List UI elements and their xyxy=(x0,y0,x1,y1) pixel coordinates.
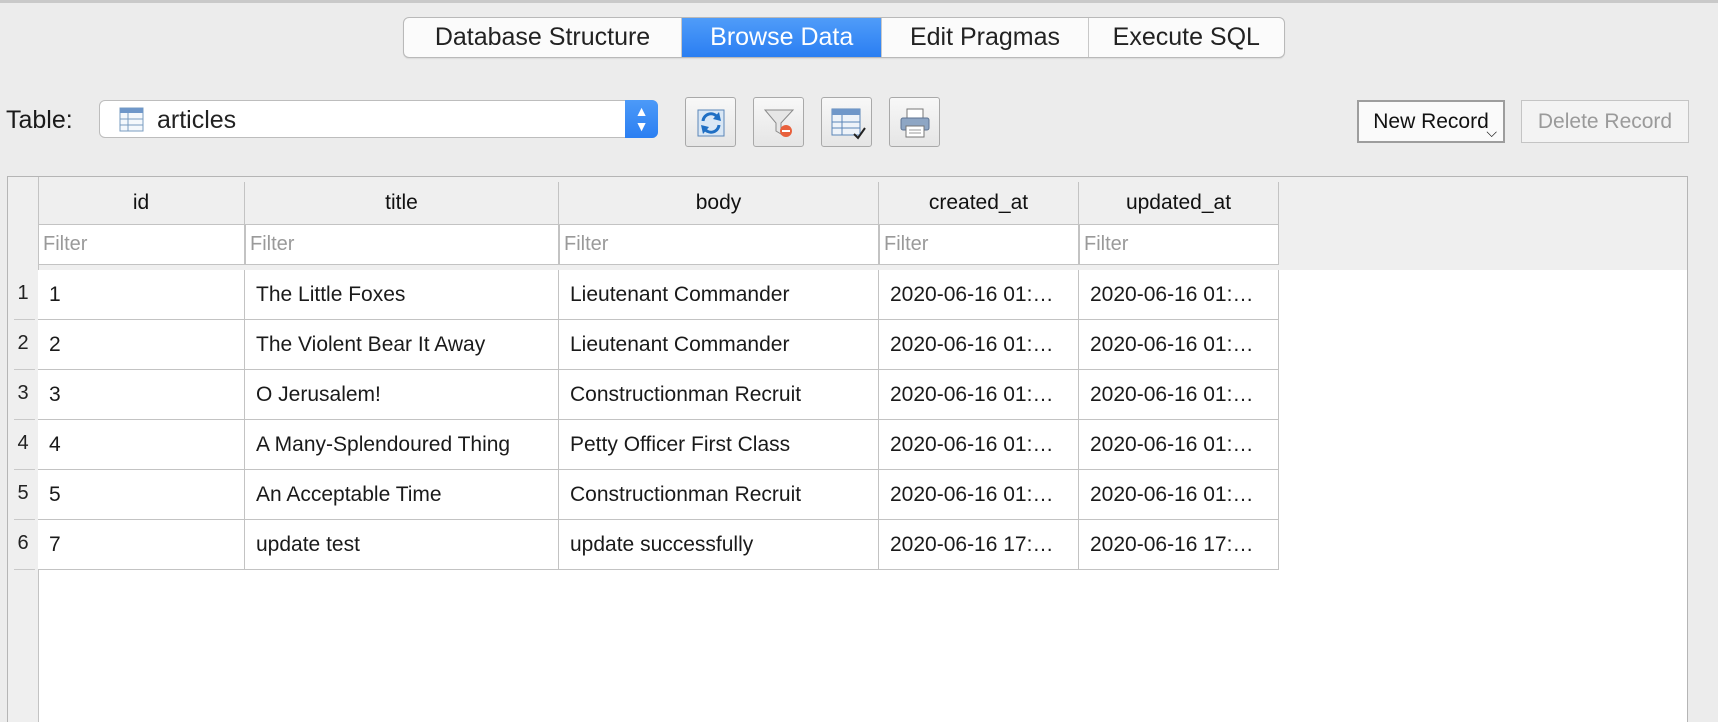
clear-filter-icon xyxy=(763,109,795,137)
tab-browse-data[interactable]: Browse Data xyxy=(682,18,883,57)
filter-input-updated-at[interactable] xyxy=(1079,224,1279,265)
save-table-button[interactable] xyxy=(821,97,872,147)
column-header-body[interactable]: body xyxy=(559,182,879,224)
filter-input-id[interactable] xyxy=(38,224,245,265)
tab-edit-pragmas[interactable]: Edit Pragmas xyxy=(882,18,1089,57)
table-label: Table: xyxy=(6,106,73,134)
table-cell-title[interactable]: An Acceptable Time xyxy=(245,470,559,520)
filter-input-created-at[interactable] xyxy=(879,224,1079,265)
table-cell-body[interactable]: update successfully xyxy=(559,520,879,570)
row-number[interactable]: 4 xyxy=(8,420,38,470)
table-cell-body[interactable]: Constructionman Recruit xyxy=(559,470,879,520)
table-cell-updated-at[interactable]: 2020-06-16 01:… xyxy=(1079,270,1279,320)
row-number[interactable]: 1 xyxy=(8,270,38,320)
new-record-button[interactable]: New Record ⌵ xyxy=(1357,100,1505,143)
row-number[interactable]: 2 xyxy=(8,320,38,370)
table-cell-updated-at[interactable]: 2020-06-16 01:… xyxy=(1079,420,1279,470)
table-cell-created-at[interactable]: 2020-06-16 01:… xyxy=(879,420,1079,470)
printer-icon xyxy=(900,108,930,138)
refresh-icon xyxy=(697,109,725,137)
filter-input-title[interactable] xyxy=(245,224,559,265)
table-cell-title[interactable]: A Many-Splendoured Thing xyxy=(245,420,559,470)
window-top-border xyxy=(0,0,1718,3)
table-cell-title[interactable]: The Violent Bear It Away xyxy=(245,320,559,370)
chevron-down-icon[interactable]: ⌵ xyxy=(1486,112,1497,152)
row-number[interactable]: 6 xyxy=(8,520,38,570)
table-cell-id[interactable]: 3 xyxy=(38,370,245,420)
table-cell-updated-at[interactable]: 2020-06-16 01:… xyxy=(1079,320,1279,370)
table-cell-body[interactable]: Lieutenant Commander xyxy=(559,320,879,370)
filter-input-body[interactable] xyxy=(559,224,879,265)
clear-filters-button[interactable] xyxy=(753,97,804,147)
row-number[interactable]: 5 xyxy=(8,470,38,520)
table-cell-body[interactable]: Petty Officer First Class xyxy=(559,420,879,470)
table-cell-created-at[interactable]: 2020-06-16 17:… xyxy=(879,520,1079,570)
column-header-created-at[interactable]: created_at xyxy=(879,182,1079,224)
table-cell-updated-at[interactable]: 2020-06-16 17:… xyxy=(1079,520,1279,570)
column-header-title[interactable]: title xyxy=(245,182,559,224)
data-grid: id title body created_at updated_at 11Th… xyxy=(7,176,1688,722)
tab-database-structure[interactable]: Database Structure xyxy=(404,18,683,57)
table-cell-title[interactable]: O Jerusalem! xyxy=(245,370,559,420)
table-cell-created-at[interactable]: 2020-06-16 01:… xyxy=(879,320,1079,370)
new-record-label: New Record xyxy=(1373,110,1489,133)
refresh-button[interactable] xyxy=(685,97,736,147)
table-cell-title[interactable]: The Little Foxes xyxy=(245,270,559,320)
row-number[interactable]: 3 xyxy=(8,370,38,420)
print-button[interactable] xyxy=(889,97,940,147)
selected-table-name: articles xyxy=(157,106,237,134)
save-table-icon xyxy=(831,108,866,140)
table-select[interactable]: articles ▲ ▼ xyxy=(99,100,658,138)
table-icon xyxy=(119,107,144,132)
column-header-id[interactable]: id xyxy=(38,182,245,224)
delete-record-button[interactable]: Delete Record xyxy=(1521,100,1689,143)
table-cell-body[interactable]: Lieutenant Commander xyxy=(559,270,879,320)
table-cell-created-at[interactable]: 2020-06-16 01:… xyxy=(879,370,1079,420)
chevron-updown-icon[interactable]: ▲ ▼ xyxy=(625,100,658,138)
table-cell-created-at[interactable]: 2020-06-16 01:… xyxy=(879,270,1079,320)
table-cell-body[interactable]: Constructionman Recruit xyxy=(559,370,879,420)
tab-execute-sql[interactable]: Execute SQL xyxy=(1089,18,1284,57)
table-cell-id[interactable]: 4 xyxy=(38,420,245,470)
table-cell-id[interactable]: 2 xyxy=(38,320,245,370)
table-cell-updated-at[interactable]: 2020-06-16 01:… xyxy=(1079,470,1279,520)
table-cell-id[interactable]: 5 xyxy=(38,470,245,520)
table-cell-id[interactable]: 1 xyxy=(38,270,245,320)
main-tab-bar: Database Structure Browse Data Edit Prag… xyxy=(403,17,1285,58)
table-cell-id[interactable]: 7 xyxy=(38,520,245,570)
table-cell-created-at[interactable]: 2020-06-16 01:… xyxy=(879,470,1079,520)
table-cell-title[interactable]: update test xyxy=(245,520,559,570)
table-cell-updated-at[interactable]: 2020-06-16 01:… xyxy=(1079,370,1279,420)
column-header-updated-at[interactable]: updated_at xyxy=(1079,182,1279,224)
